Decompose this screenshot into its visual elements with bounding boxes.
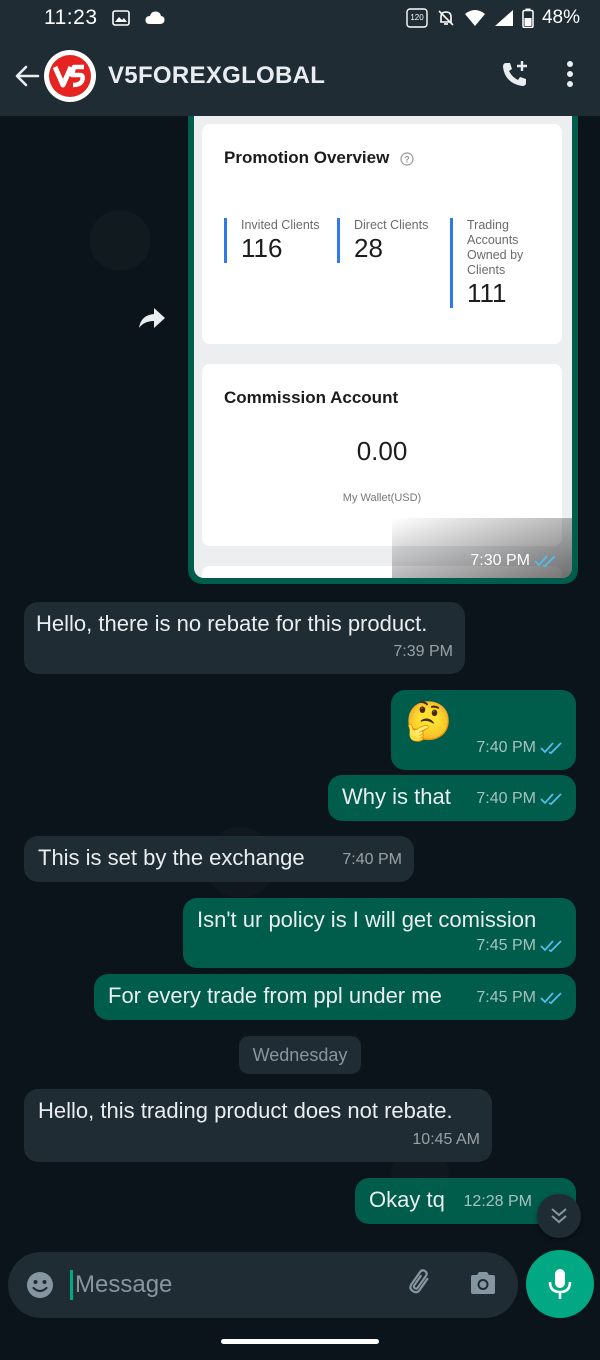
message-bubble-incoming[interactable]: Hello, there is no rebate for this produ… (24, 602, 465, 674)
more-vertical-icon (567, 60, 573, 87)
message-meta: 7:30 PM (470, 552, 558, 570)
info-icon: ? (400, 151, 414, 166)
message-text: Hello, this trading product does not reb… (38, 1098, 453, 1123)
mic-icon (548, 1269, 572, 1299)
message-meta: 7:45 PM (476, 932, 564, 960)
camera-icon (471, 1271, 495, 1294)
v5-logo-icon (49, 55, 91, 97)
stat-direct-clients: Direct Clients 28 (337, 218, 441, 263)
stat-label: Direct Clients (354, 218, 429, 232)
battery-percent: 48% (541, 7, 580, 28)
day-separator: Wednesday (239, 1036, 361, 1074)
message-bubble-outgoing[interactable]: For every trade from ppl under me 7:45 P… (94, 974, 576, 1020)
message-time: 12:28 PM (463, 1193, 532, 1210)
double-check-icon (540, 793, 562, 806)
contact-name[interactable]: V5FOREXGLOBAL (108, 62, 325, 90)
forward-icon (139, 308, 165, 328)
wallet-amount: 0.00 (356, 436, 408, 466)
add-call-button[interactable] (500, 59, 530, 94)
emoji-icon (27, 1272, 53, 1298)
mute-bell-icon (436, 8, 456, 28)
message-time: 7:30 PM (470, 552, 530, 569)
back-arrow-icon (15, 65, 40, 87)
message-time: 7:45 PM (476, 937, 536, 954)
wallet-label: My Wallet(USD) (342, 492, 422, 504)
avatar[interactable] (44, 50, 96, 102)
message-meta: 12:28 PM (464, 1188, 532, 1216)
refresh-rate-text: 120 (410, 13, 424, 22)
stat-invited-clients: Invited Clients 116 (224, 218, 328, 263)
svg-text:?: ? (404, 154, 410, 164)
message-bubble-outgoing[interactable]: 🤔 7:40 PM (391, 690, 576, 770)
message-meta: 7:40 PM (476, 734, 564, 762)
message-input[interactable] (75, 1265, 406, 1305)
message-meta: 7:40 PM (342, 846, 402, 874)
battery-icon (522, 8, 534, 28)
message-time: 10:45 AM (412, 1131, 480, 1148)
camera-button[interactable] (468, 1270, 498, 1301)
stat-value: 116 (241, 233, 283, 263)
message-time: 7:39 PM (393, 643, 453, 660)
message-text: Hello, there is no rebate for this produ… (36, 611, 428, 636)
double-check-icon (534, 555, 556, 568)
signal-icon (494, 9, 514, 27)
scroll-to-bottom-button[interactable] (537, 1194, 581, 1238)
double-check-icon (540, 742, 562, 755)
message-text: Isn't ur policy is I will get comission (197, 907, 537, 932)
message-time: 7:40 PM (476, 790, 536, 807)
message-bubble-incoming[interactable]: Hello, this trading product does not reb… (24, 1089, 492, 1162)
message-time: 7:40 PM (342, 851, 402, 868)
double-check-icon (540, 940, 562, 953)
stat-label: Invited Clients (241, 218, 320, 232)
message-meta: 10:45 AM (412, 1126, 480, 1154)
stat-value: 111 (467, 278, 507, 308)
emoji-button[interactable] (24, 1269, 56, 1301)
message-time: 7:40 PM (476, 739, 536, 756)
forward-button[interactable] (130, 296, 174, 340)
attach-button[interactable] (406, 1268, 436, 1303)
message-time: 7:45 PM (476, 989, 536, 1006)
message-bubble-incoming[interactable]: This is set by the exchange 7:40 PM (24, 836, 414, 882)
message-meta: 7:40 PM (476, 785, 564, 813)
back-button[interactable] (12, 56, 42, 96)
commission-title: Commission Account (224, 388, 399, 407)
text-cursor (70, 1270, 73, 1300)
cloud-icon (144, 10, 166, 26)
message-bubble-outgoing[interactable]: Isn't ur policy is I will get comission … (183, 898, 576, 968)
promotion-card: Promotion Overview ? Invited Clients 116… (202, 124, 562, 344)
message-meta: 7:39 PM (393, 638, 453, 666)
refresh-rate-icon: 120 (406, 8, 428, 28)
voice-message-button[interactable] (526, 1250, 594, 1318)
status-time: 11:23 (44, 6, 98, 29)
stat-label: Trading Accounts Owned by Clients (467, 218, 524, 277)
message-composer (8, 1252, 518, 1318)
gesture-nav-bar[interactable] (221, 1339, 379, 1344)
gallery-icon (111, 10, 130, 26)
double-check-icon (540, 992, 562, 1005)
chat-area[interactable]: Promotion Overview ? Invited Clients 116… (0, 116, 600, 1250)
stat-trading-accounts: Trading Accounts Owned by Clients 111 (450, 218, 534, 308)
screenshot-image[interactable]: Promotion Overview ? Invited Clients 116… (194, 116, 572, 578)
message-bubble-outgoing[interactable]: Why is that 7:40 PM (328, 775, 576, 821)
wifi-icon (464, 9, 486, 27)
message-meta: 7:45 PM (476, 984, 564, 1012)
image-message[interactable]: Promotion Overview ? Invited Clients 116… (188, 116, 578, 584)
promotion-title: Promotion Overview (224, 148, 390, 167)
chevron-down-icon (551, 1208, 567, 1224)
add-call-icon (503, 60, 527, 86)
stat-value: 28 (354, 233, 383, 263)
status-bar: 11:23 120 48% (0, 0, 600, 36)
more-options-button[interactable] (566, 60, 574, 93)
attach-icon (409, 1268, 429, 1293)
chat-header: V5FOREXGLOBAL (0, 36, 600, 116)
